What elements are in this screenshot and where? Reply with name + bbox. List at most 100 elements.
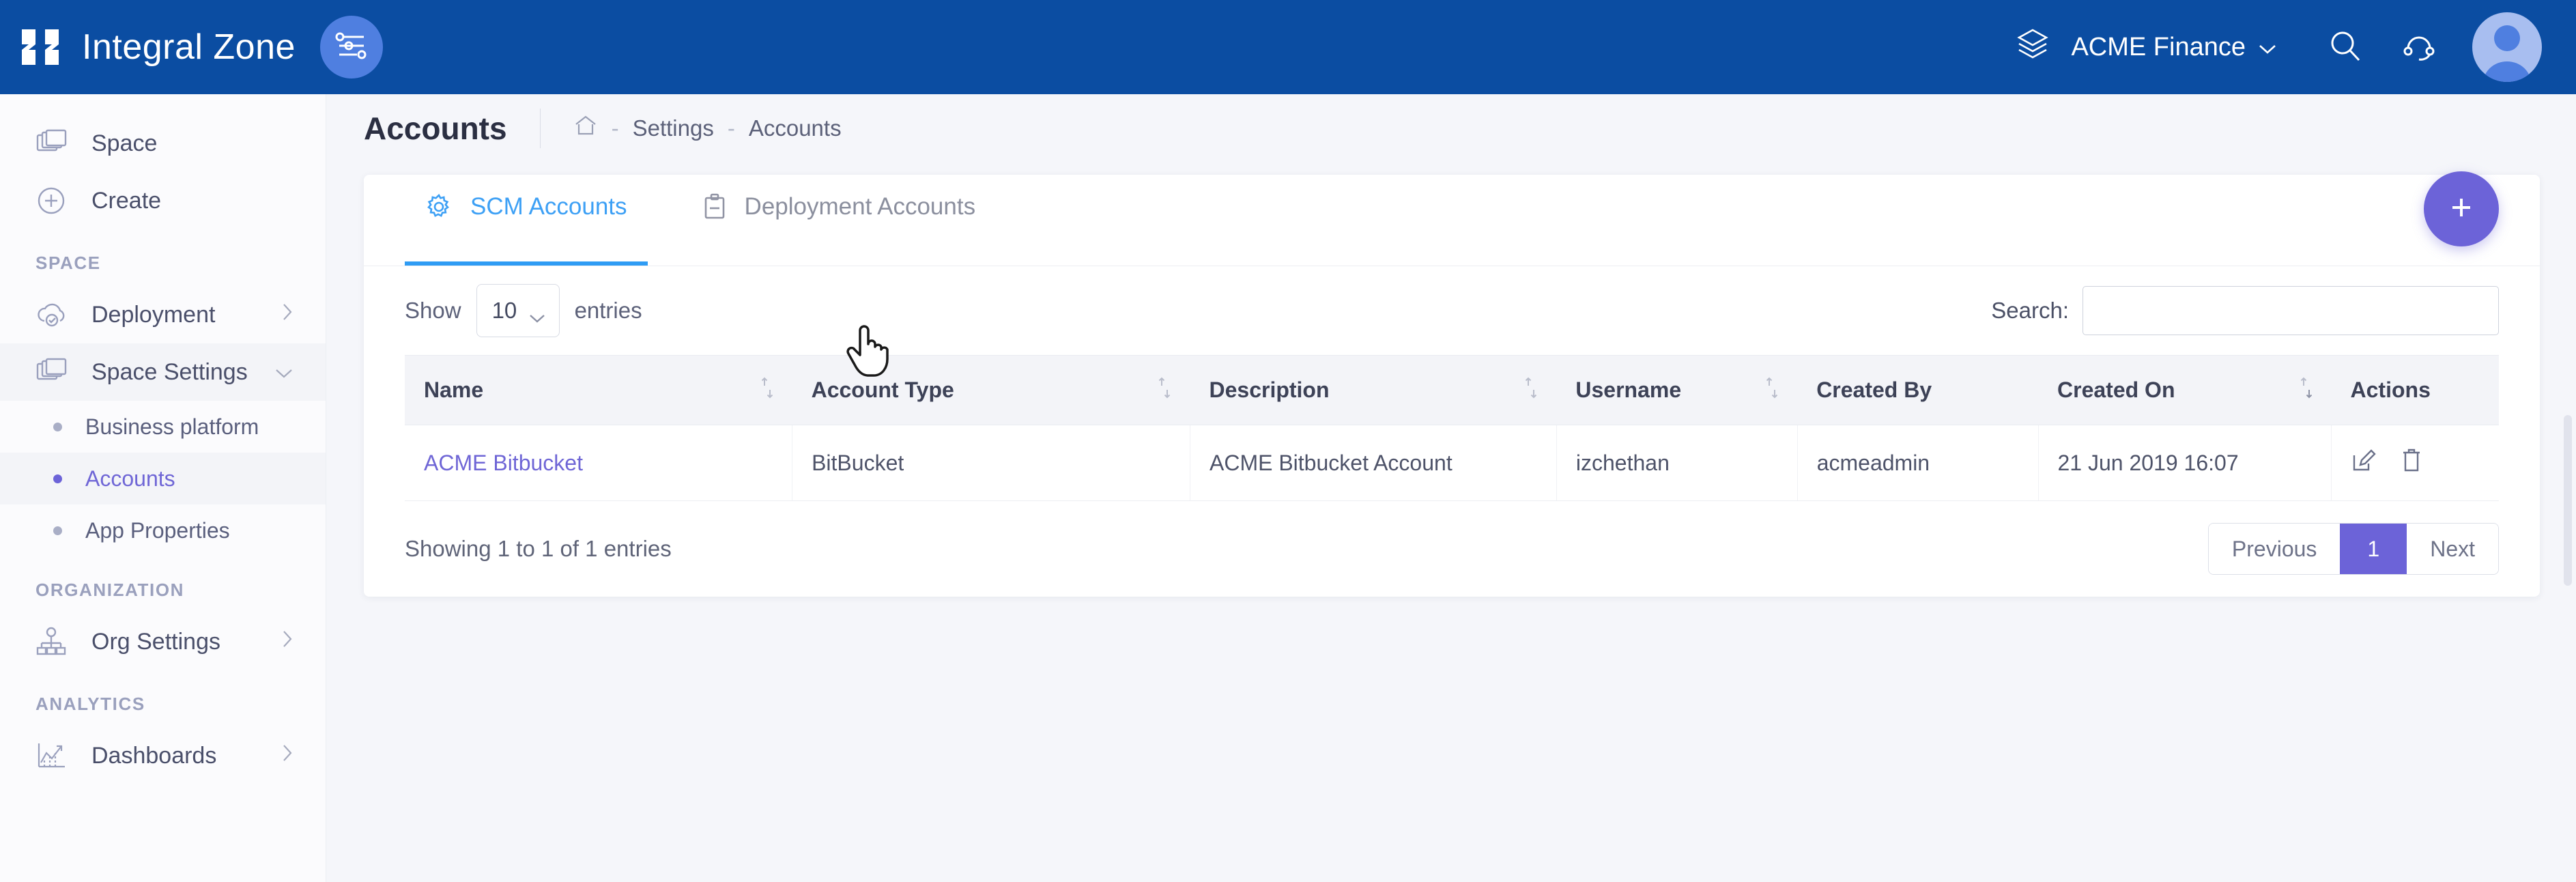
chevron-right-icon: [281, 302, 294, 328]
breadcrumb-separator: -: [727, 115, 735, 141]
chart-growth-icon: [35, 741, 72, 771]
cell-description: ACME Bitbucket Account: [1190, 425, 1557, 501]
column-label: Created By: [1816, 378, 1932, 402]
global-search-button[interactable]: [2325, 27, 2366, 68]
pagination-previous[interactable]: Previous: [2208, 524, 2341, 574]
chevron-right-icon: [281, 629, 294, 655]
column-header-created-on[interactable]: Created On: [2038, 355, 2332, 425]
topbar-right-group: ACME Finance: [2014, 12, 2542, 82]
search-input[interactable]: [2083, 286, 2499, 335]
pagination: Previous 1 Next: [2207, 523, 2499, 575]
cell-name: ACME Bitbucket: [405, 425, 793, 501]
accounts-table: Name Account Type Description Username C…: [405, 355, 2499, 501]
column-label: Created On: [2057, 378, 2175, 402]
page-length-control: Show 10 entries: [405, 284, 642, 337]
sidebar-item-label: Org Settings: [91, 628, 220, 655]
chevron-down-icon: [2258, 33, 2277, 62]
column-header-username[interactable]: Username: [1556, 355, 1798, 425]
main-content: Accounts - Settings - Accounts SCM Accou…: [326, 94, 2576, 882]
sidebar-item-label: Create: [91, 187, 162, 214]
row-action-group: [2351, 447, 2499, 479]
sidebar-item-dashboards[interactable]: Dashboards: [0, 727, 326, 784]
add-account-button[interactable]: [2424, 171, 2499, 246]
sliders-toggle-icon: [334, 30, 369, 65]
account-name-link[interactable]: ACME Bitbucket: [424, 451, 583, 475]
tab-scm-accounts[interactable]: SCM Accounts: [405, 175, 648, 266]
support-headset-icon: [2401, 28, 2437, 67]
tab-label: Deployment Accounts: [744, 193, 976, 220]
top-navigation-bar: Integral Zone ACME Finance: [0, 0, 2576, 94]
sidebar-item-label: Space Settings: [91, 358, 248, 385]
clipboard-icon: [702, 193, 727, 220]
gear-icon: [425, 193, 453, 220]
accounts-table-wrapper: Name Account Type Description Username C…: [364, 355, 2540, 501]
sidebar-item-org-settings[interactable]: Org Settings: [0, 613, 326, 670]
brand-name: Integral Zone: [82, 27, 296, 67]
cell-actions: [2331, 425, 2499, 501]
column-header-name[interactable]: Name: [405, 355, 792, 425]
vertical-scrollbar[interactable]: [2564, 415, 2572, 586]
table-search-control: Search:: [1991, 286, 2499, 335]
sort-arrows-icon: [1157, 376, 1172, 405]
table-header-row: Name Account Type Description Username C…: [405, 355, 2499, 425]
org-chart-icon: [35, 627, 72, 657]
home-icon[interactable]: [573, 113, 598, 143]
page-length-select[interactable]: 10: [476, 284, 560, 337]
bullet-dot-icon: [53, 474, 62, 483]
column-header-account-type[interactable]: Account Type: [792, 355, 1190, 425]
sidebar-item-space-settings[interactable]: Space Settings: [0, 343, 326, 401]
chevron-down-icon: [528, 304, 547, 330]
user-avatar[interactable]: [2472, 12, 2542, 82]
sidebar-group-title-analytics: ANALYTICS: [35, 694, 145, 714]
entries-info: Showing 1 to 1 of 1 entries: [405, 536, 672, 561]
cell-account-type: BitBucket: [792, 425, 1190, 501]
brand[interactable]: Integral Zone: [20, 27, 296, 68]
org-name-label: ACME Finance: [2071, 32, 2246, 61]
breadcrumb-separator: -: [611, 115, 619, 141]
pagination-page-1[interactable]: 1: [2340, 524, 2407, 574]
help-support-button[interactable]: [2399, 27, 2439, 68]
sidebar-subitem-label: App Properties: [85, 517, 230, 543]
pagination-next[interactable]: Next: [2407, 524, 2498, 574]
cell-created-by: acmeadmin: [1797, 425, 2039, 501]
page-title: Accounts: [364, 111, 507, 146]
column-header-description[interactable]: Description: [1190, 355, 1557, 425]
sidebar: Space Create SPACE Deployment Space Sett…: [0, 94, 326, 882]
edit-icon[interactable]: [2351, 447, 2377, 479]
entries-label: entries: [574, 298, 642, 323]
page-length-value: 10: [491, 298, 517, 323]
sidebar-item-business-platform[interactable]: Business platform: [0, 401, 326, 453]
sidebar-item-space[interactable]: Space: [0, 115, 326, 172]
column-label: Description: [1209, 378, 1330, 402]
sidebar-item-accounts[interactable]: Accounts: [0, 453, 326, 504]
sidebar-subitem-label: Accounts: [85, 466, 175, 491]
table-row: ACME Bitbucket BitBucket ACME Bitbucket …: [405, 425, 2499, 501]
column-header-created-by[interactable]: Created By: [1797, 355, 2038, 425]
layers-stack-icon: [35, 358, 72, 386]
sidebar-group-title-space: SPACE: [35, 253, 101, 273]
sidebar-item-create[interactable]: Create: [0, 172, 326, 229]
plus-circle-icon: [35, 185, 72, 216]
tab-deployment-accounts[interactable]: Deployment Accounts: [682, 175, 997, 266]
header-divider: [539, 109, 541, 148]
breadcrumb-item-settings[interactable]: Settings: [633, 115, 714, 141]
chevron-right-icon: [281, 743, 294, 769]
breadcrumb-item-accounts[interactable]: Accounts: [749, 115, 842, 141]
page-header: Accounts - Settings - Accounts: [326, 94, 2576, 162]
plus-icon: [2446, 192, 2477, 227]
cloud-check-icon: [35, 301, 72, 328]
sort-arrows-icon: [1523, 376, 1539, 405]
column-label: Account Type: [811, 378, 954, 402]
tabs-bar: SCM Accounts Deployment Accounts: [364, 171, 2540, 266]
column-header-actions: Actions: [2331, 355, 2499, 425]
column-label: Name: [424, 378, 484, 402]
sidebar-item-deployment[interactable]: Deployment: [0, 286, 326, 343]
tab-label: SCM Accounts: [470, 193, 627, 220]
sidebar-item-app-properties[interactable]: App Properties: [0, 504, 326, 556]
sidebar-toggle-button[interactable]: [319, 16, 383, 79]
accounts-card: SCM Accounts Deployment Accounts Show 10…: [364, 171, 2540, 597]
search-label: Search:: [1991, 298, 2069, 323]
delete-trash-icon[interactable]: [2400, 447, 2423, 479]
org-switcher-button[interactable]: ACME Finance: [2014, 25, 2277, 70]
layers-stack-icon: [35, 129, 72, 158]
